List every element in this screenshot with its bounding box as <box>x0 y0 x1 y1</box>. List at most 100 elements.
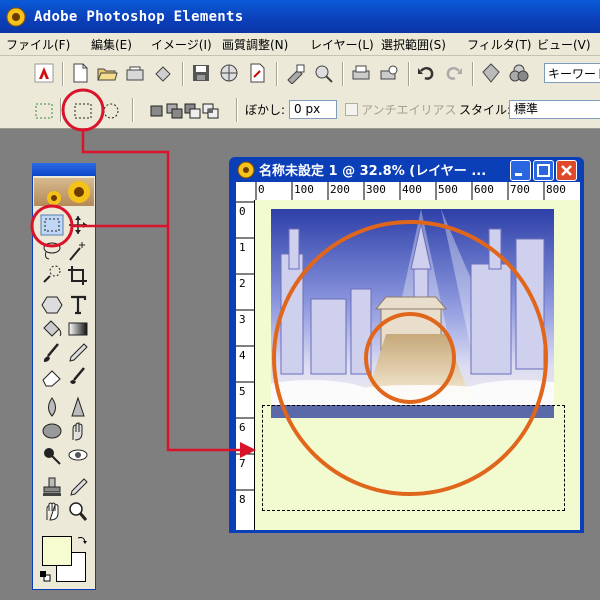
browse-icon[interactable] <box>124 62 146 84</box>
sharpen-tool-icon[interactable] <box>66 396 90 418</box>
selection-brush-tool-icon[interactable] <box>40 264 64 286</box>
save-icon[interactable] <box>190 62 212 84</box>
sponge-tool-icon[interactable] <box>40 420 64 442</box>
ruler-top-label: 200 <box>330 183 350 196</box>
magic-wand-tool-icon[interactable] <box>66 240 90 262</box>
menu-edit[interactable]: 編集(E) <box>91 36 132 53</box>
open-folder-icon[interactable] <box>96 62 118 84</box>
print-icon[interactable] <box>350 62 372 84</box>
menu-image[interactable]: イメージ(I) <box>151 36 212 53</box>
color-variations-icon[interactable] <box>508 62 530 84</box>
zoom-tool-icon[interactable] <box>66 500 90 522</box>
antialias-label: アンチエイリアス <box>361 103 457 117</box>
connector-line <box>81 130 243 452</box>
new-file-icon[interactable] <box>69 62 91 84</box>
paint-bucket-tool-icon[interactable] <box>40 318 64 340</box>
blur-tool-icon[interactable] <box>40 396 64 418</box>
maximize-icon <box>537 164 550 177</box>
type-tool-icon[interactable] <box>66 294 90 316</box>
dodge-burn-tool-icon[interactable] <box>40 444 64 466</box>
ruler-top-label: 0 <box>258 183 265 196</box>
online-services-icon[interactable] <box>313 62 335 84</box>
menu-bar: ファイル(F) 編集(E) イメージ(I) 画質調整(N) レイヤー(L) 選択… <box>0 33 600 56</box>
ruler-top-label: 500 <box>438 183 458 196</box>
clone-stamp-tool-icon[interactable] <box>40 476 64 498</box>
antialias-checkbox[interactable] <box>345 103 358 116</box>
document-title: 名称未設定 1 @ 32.8% (レイヤー ... <box>259 164 487 179</box>
impressionist-brush-tool-icon[interactable] <box>66 366 90 388</box>
pdf-icon[interactable] <box>246 62 268 84</box>
elliptical-marquee-option-icon[interactable] <box>100 100 122 122</box>
menu-select[interactable]: 選択範囲(S) <box>381 36 446 53</box>
feather-label: ぼかし: <box>245 103 286 117</box>
ruler-top-label: 400 <box>402 183 422 196</box>
redo-icon[interactable] <box>443 62 465 84</box>
options-tool-preview-icon <box>35 103 53 119</box>
menu-file[interactable]: ファイル(F) <box>6 36 70 53</box>
app-title: Adobe Photoshop Elements <box>34 9 244 25</box>
hand-tool-icon[interactable] <box>40 500 64 522</box>
ruler-left-label: 7 <box>239 457 246 470</box>
swap-colors-icon[interactable] <box>76 534 88 546</box>
ruler-top-label: 300 <box>366 183 386 196</box>
default-colors-icon[interactable] <box>39 570 51 582</box>
shortcuts-toolbar <box>0 56 600 93</box>
minimize-button[interactable] <box>510 160 531 181</box>
menu-filter[interactable]: フィルタ(T) <box>467 36 531 53</box>
move-tool-icon[interactable] <box>66 214 90 236</box>
sunflower-icon <box>47 181 90 205</box>
attach-email-icon[interactable] <box>285 62 307 84</box>
keyword-search-input[interactable]: キーワード <box>544 63 600 83</box>
ruler-vertical: 0 1 2 3 4 5 6 7 8 <box>236 200 255 530</box>
print-preview-icon[interactable] <box>378 62 400 84</box>
smudge-tool-icon[interactable] <box>66 420 90 442</box>
ruler-left-label: 5 <box>239 385 246 398</box>
eyedropper-tool-icon[interactable] <box>66 476 90 498</box>
intersect-selection-icon[interactable] <box>200 100 222 122</box>
import-icon[interactable] <box>152 62 174 84</box>
minimize-icon <box>515 173 522 176</box>
fantasy-city-illustration <box>271 209 554 418</box>
menu-view[interactable]: ビュー(V) <box>537 36 591 53</box>
save-for-web-icon[interactable] <box>218 62 240 84</box>
ruler-left-label: 1 <box>239 241 246 254</box>
ruler-horizontal: 0 100 200 300 400 500 600 700 800 <box>236 182 580 201</box>
fantasy-city-image <box>271 209 554 418</box>
toolbox-title-bar[interactable] <box>32 163 96 176</box>
ruler-top-label: 800 <box>546 183 566 196</box>
quick-fix-icon[interactable] <box>480 62 502 84</box>
ruler-left-label: 3 <box>239 313 246 326</box>
brush-tool-icon[interactable] <box>40 342 64 364</box>
maximize-button[interactable] <box>533 160 554 181</box>
photoshop-elements-icon <box>6 7 26 27</box>
app-title-bar[interactable]: Adobe Photoshop Elements <box>0 0 600 33</box>
ruler-top-label: 700 <box>510 183 530 196</box>
close-button[interactable] <box>556 160 577 181</box>
lasso-tool-icon[interactable] <box>40 240 64 262</box>
red-eye-tool-icon[interactable] <box>66 444 90 466</box>
crop-tool-icon[interactable] <box>66 264 90 286</box>
toolbox-logo <box>34 178 94 206</box>
eraser-tool-icon[interactable] <box>40 366 64 388</box>
adobe-logo-icon[interactable] <box>33 62 55 84</box>
foreground-color-swatch[interactable] <box>42 536 72 566</box>
ruler-top-label: 600 <box>474 183 494 196</box>
ruler-left-label: 8 <box>239 493 246 506</box>
style-label: スタイル: <box>459 103 512 117</box>
marquee-selection[interactable] <box>262 405 565 511</box>
undo-icon[interactable] <box>415 62 437 84</box>
pencil-tool-icon[interactable] <box>66 342 90 364</box>
close-icon <box>561 165 572 176</box>
menu-enhance[interactable]: 画質調整(N) <box>222 36 288 53</box>
style-select[interactable]: 標準 <box>509 100 600 119</box>
rectangular-marquee-tool-icon[interactable] <box>40 214 64 236</box>
gradient-tool-icon[interactable] <box>66 318 90 340</box>
shape-tool-icon[interactable] <box>40 294 64 316</box>
feather-input[interactable]: 0 px <box>289 100 337 119</box>
document-icon <box>237 161 255 179</box>
menu-layer[interactable]: レイヤー(L) <box>310 36 374 53</box>
rectangular-marquee-option-icon[interactable] <box>72 100 94 122</box>
ruler-left-label: 6 <box>239 421 246 434</box>
ruler-left-label: 4 <box>239 349 246 362</box>
ruler-left-label: 0 <box>239 205 246 218</box>
